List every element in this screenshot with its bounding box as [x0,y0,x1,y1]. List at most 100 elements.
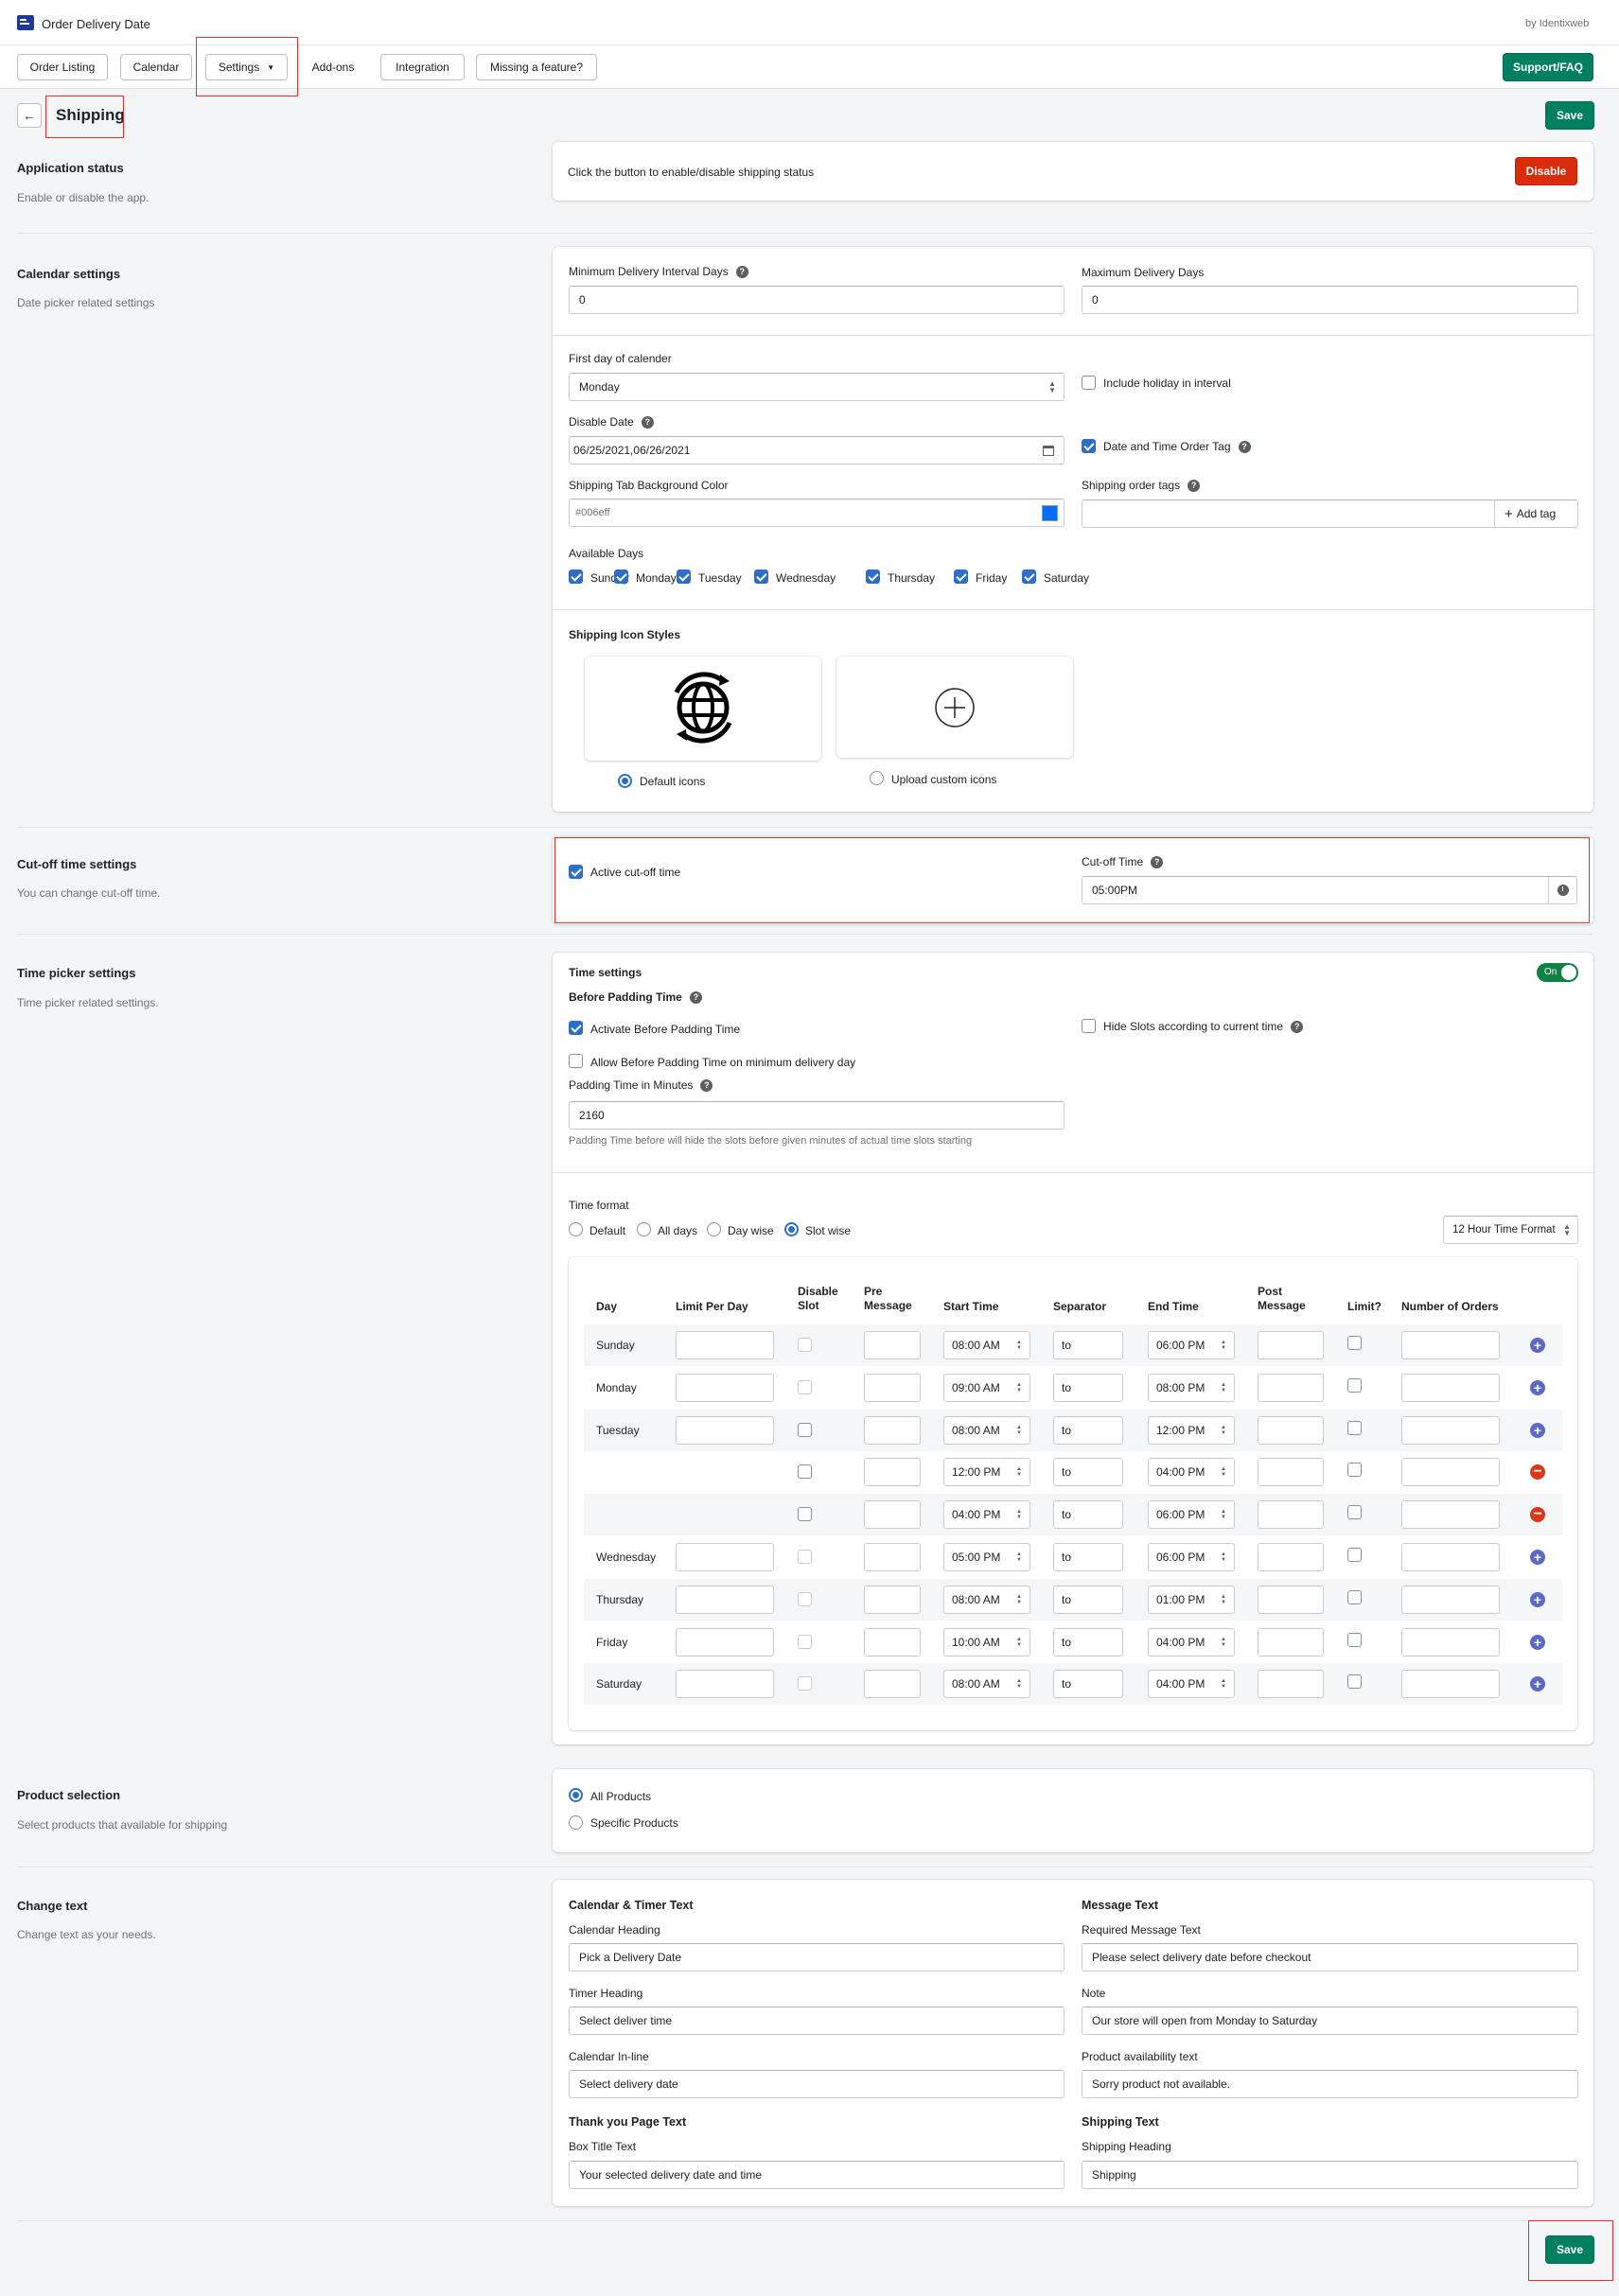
availability-input[interactable]: Sorry product not available. [1082,2070,1578,2098]
pre-message-input[interactable] [864,1500,921,1530]
hide-slots-checkbox[interactable] [1082,1019,1096,1033]
end-time-select[interactable]: 04:00 PM ▲ ▼ [1148,1670,1235,1699]
disable-date-input[interactable]: 06/25/2021,06/26/2021 [569,436,1065,464]
custom-icon-card[interactable] [836,657,1073,758]
pre-message-input[interactable] [864,1543,921,1571]
limit-checkbox[interactable] [1347,1548,1362,1562]
limit-checkbox[interactable] [1347,1632,1362,1647]
min-interval-input[interactable]: 0 [569,286,1065,314]
default-icons-radio[interactable] [618,774,632,788]
limit-per-day-input[interactable] [676,1415,774,1445]
end-time-select[interactable]: 04:00 PM ▲ ▼ [1148,1627,1235,1656]
nav-integration[interactable]: Integration [380,54,465,80]
add-slot-icon[interactable]: + [1530,1634,1545,1650]
limit-per-day-input[interactable] [676,1627,774,1656]
time-settings-toggle[interactable]: On [1537,963,1578,982]
add-slot-icon[interactable]: + [1530,1338,1545,1353]
separator-input[interactable]: to [1053,1415,1123,1445]
custom-icons-radio[interactable] [870,771,884,785]
number-of-orders-input[interactable] [1401,1543,1500,1571]
separator-input[interactable]: to [1053,1543,1123,1571]
post-message-input[interactable] [1258,1458,1324,1487]
number-of-orders-input[interactable] [1401,1373,1500,1402]
time-format-radio[interactable] [637,1222,651,1236]
limit-per-day-input[interactable] [676,1670,774,1699]
post-message-input[interactable] [1258,1585,1324,1614]
day-checkbox[interactable] [569,570,583,584]
all-products-radio[interactable] [569,1788,583,1802]
support-faq-button[interactable]: Support/FAQ [1503,53,1593,81]
disable-slot-checkbox[interactable] [798,1464,812,1480]
end-time-select[interactable]: 12:00 PM ▲ ▼ [1148,1415,1235,1445]
number-of-orders-input[interactable] [1401,1670,1500,1699]
limit-per-day-input[interactable] [676,1373,774,1402]
start-time-select[interactable]: 12:00 PM ▲ ▼ [943,1458,1030,1487]
hour-format-select[interactable]: 12 Hour Time Format ▲ ▼ [1443,1216,1578,1244]
pre-message-input[interactable] [864,1670,921,1699]
separator-input[interactable]: to [1053,1585,1123,1614]
separator-input[interactable]: to [1053,1670,1123,1699]
default-icon-card[interactable] [585,657,821,761]
start-time-select[interactable]: 08:00 AM ▲ ▼ [943,1670,1030,1699]
nav-missing-feature[interactable]: Missing a feature? [476,54,597,80]
shipping-heading-input[interactable]: Shipping [1082,2161,1578,2189]
end-time-select[interactable]: 06:00 PM ▲ ▼ [1148,1543,1235,1571]
activate-before-checkbox[interactable] [569,1021,583,1035]
day-checkbox[interactable] [954,570,968,584]
cal-heading-input[interactable]: Pick a Delivery Date [569,1943,1065,1972]
limit-checkbox[interactable] [1347,1336,1362,1350]
limit-checkbox[interactable] [1347,1377,1362,1393]
add-slot-icon[interactable]: + [1530,1591,1545,1607]
bg-color-input[interactable]: #006eff [569,499,1065,527]
cal-inline-input[interactable]: Select delivery date [569,2070,1065,2098]
nav-order-listing[interactable]: Order Listing [17,54,108,80]
number-of-orders-input[interactable] [1401,1500,1500,1530]
end-time-select[interactable]: 06:00 PM ▲ ▼ [1148,1331,1235,1359]
day-checkbox[interactable] [1022,570,1036,584]
limit-checkbox[interactable] [1347,1505,1362,1520]
time-format-radio[interactable] [707,1222,721,1236]
disable-slot-checkbox[interactable] [798,1507,812,1522]
disable-slot-checkbox[interactable] [798,1422,812,1437]
back-button[interactable]: ← [17,103,42,128]
separator-input[interactable]: to [1053,1627,1123,1656]
number-of-orders-input[interactable] [1401,1627,1500,1656]
start-time-select[interactable]: 08:00 AM ▲ ▼ [943,1415,1030,1445]
start-time-select[interactable]: 10:00 AM ▲ ▼ [943,1627,1030,1656]
order-tags-input[interactable] [1082,500,1495,528]
max-days-input[interactable]: 0 [1082,286,1578,314]
time-format-radio[interactable] [569,1222,583,1236]
limit-checkbox[interactable] [1347,1463,1362,1478]
start-time-select[interactable]: 08:00 AM ▲ ▼ [943,1331,1030,1359]
timer-heading-input[interactable]: Select deliver time [569,2007,1065,2035]
limit-checkbox[interactable] [1347,1420,1362,1435]
box-title-input[interactable]: Your selected delivery date and time [569,2161,1065,2189]
start-time-select[interactable]: 04:00 PM ▲ ▼ [943,1500,1030,1530]
nav-calendar[interactable]: Calendar [120,54,192,80]
day-checkbox[interactable] [677,570,691,584]
limit-per-day-input[interactable] [676,1585,774,1614]
post-message-input[interactable] [1258,1670,1324,1699]
pre-message-input[interactable] [864,1373,921,1402]
add-slot-icon[interactable]: + [1530,1379,1545,1395]
end-time-select[interactable]: 04:00 PM ▲ ▼ [1148,1458,1235,1487]
time-format-radio[interactable] [784,1222,799,1236]
allow-before-checkbox[interactable] [569,1054,583,1068]
day-checkbox[interactable] [614,570,628,584]
post-message-input[interactable] [1258,1331,1324,1359]
order-tag-checkbox[interactable] [1082,439,1096,453]
number-of-orders-input[interactable] [1401,1585,1500,1614]
end-time-select[interactable]: 06:00 PM ▲ ▼ [1148,1500,1235,1530]
include-holiday-checkbox[interactable] [1082,376,1096,390]
first-day-select[interactable]: Monday ▲ ▼ [569,373,1065,401]
post-message-input[interactable] [1258,1627,1324,1656]
limit-checkbox[interactable] [1347,1589,1362,1604]
disable-button[interactable]: Disable [1515,157,1577,185]
color-swatch[interactable] [1042,505,1058,521]
start-time-select[interactable]: 08:00 AM ▲ ▼ [943,1585,1030,1614]
post-message-input[interactable] [1258,1500,1324,1530]
required-input[interactable]: Please select delivery date before check… [1082,1943,1578,1972]
post-message-input[interactable] [1258,1373,1324,1402]
add-slot-icon[interactable]: + [1530,1422,1545,1438]
separator-input[interactable]: to [1053,1458,1123,1487]
